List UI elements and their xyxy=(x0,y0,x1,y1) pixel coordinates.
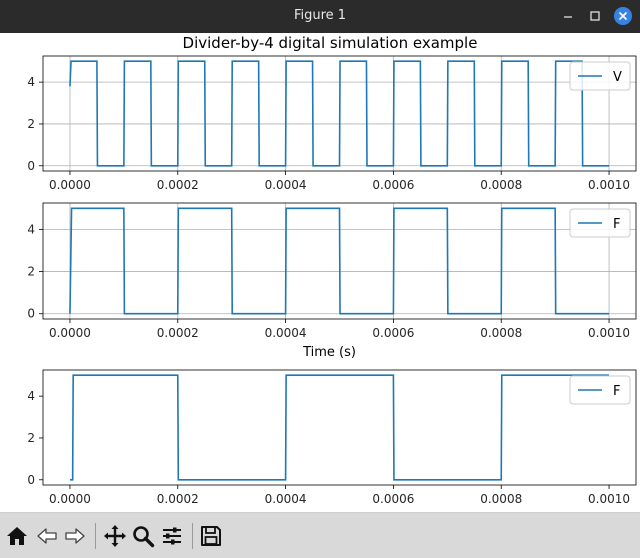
zoom-button[interactable] xyxy=(131,524,155,548)
x-tick-label: 0.0006 xyxy=(372,178,414,192)
x-tick-label: 0.0006 xyxy=(372,492,414,506)
figure-svg: Divider-by-4 digital simulation example … xyxy=(27,34,637,506)
x-tick-label: 0.0004 xyxy=(265,492,307,506)
close-button[interactable] xyxy=(612,5,634,27)
minimize-button[interactable] xyxy=(557,5,579,27)
home-button[interactable] xyxy=(5,524,29,548)
subplot-1: 0.0000 0.0002 0.0004 0.0006 0.0008 0.0010 0 2 4 V xyxy=(27,55,637,192)
legend: F xyxy=(569,208,631,238)
x-tick-label: 0.0002 xyxy=(157,326,199,340)
x-tick-label: 0.0002 xyxy=(157,178,199,192)
x-tick-label: 0.0008 xyxy=(480,178,522,192)
configure-subplots-icon xyxy=(163,527,181,545)
maximize-button[interactable] xyxy=(584,5,606,27)
y-tick-label: 0 xyxy=(27,307,35,321)
series-line-V xyxy=(69,60,610,167)
forward-arrow-icon xyxy=(65,528,85,544)
legend-label: F xyxy=(613,217,620,232)
figure-canvas[interactable]: Divider-by-4 digital simulation example … xyxy=(0,33,640,512)
x-tick-label: 0.0000 xyxy=(49,178,91,192)
pan-icon xyxy=(104,525,126,547)
x-axis-label: Time (s) xyxy=(302,345,356,360)
zoom-icon xyxy=(133,526,155,548)
forward-button[interactable] xyxy=(63,524,87,548)
legend-label: V xyxy=(613,70,622,85)
y-tick-label: 0 xyxy=(27,159,35,173)
minimize-icon xyxy=(564,16,572,18)
save-icon xyxy=(201,526,221,546)
x-tick-label: 0.0010 xyxy=(588,492,630,506)
x-tick-label: 0.0006 xyxy=(372,326,414,340)
back-arrow-icon xyxy=(37,528,57,544)
y-tick-label: 2 xyxy=(27,117,35,131)
save-button[interactable] xyxy=(199,524,223,548)
window-titlebar: Figure 1 xyxy=(0,0,640,33)
x-tick-label: 0.0004 xyxy=(265,178,307,192)
legend-label: F xyxy=(613,384,620,399)
toolbar-separator xyxy=(95,523,96,549)
home-icon xyxy=(7,527,27,545)
y-tick-label: 4 xyxy=(27,222,35,236)
x-tick-label: 0.0010 xyxy=(588,326,630,340)
legend: V xyxy=(569,61,631,91)
legend: F xyxy=(569,375,631,405)
x-tick-label: 0.0000 xyxy=(49,326,91,340)
x-tick-label: 0.0008 xyxy=(480,326,522,340)
close-icon xyxy=(614,7,632,25)
x-tick-label: 0.0002 xyxy=(157,492,199,506)
figure-title: Divider-by-4 digital simulation example xyxy=(183,34,478,52)
axes-background xyxy=(43,370,636,485)
maximize-icon xyxy=(590,11,600,21)
x-tick-label: 0.0010 xyxy=(588,178,630,192)
subplot-3: 0.0000 0.0002 0.0004 0.0006 0.0008 0.0010 0 2 4 F xyxy=(27,369,637,506)
x-tick-label: 0.0004 xyxy=(265,326,307,340)
y-tick-label: 4 xyxy=(27,75,35,89)
subplot-2: 0.0000 0.0002 0.0004 0.0006 0.0008 0.0010 0 2 4 T… xyxy=(27,202,637,360)
toolbar-separator xyxy=(192,523,193,549)
pan-button[interactable] xyxy=(103,524,127,548)
y-tick-label: 0 xyxy=(27,473,35,487)
x-tick-label: 0.0000 xyxy=(49,492,91,506)
navigation-toolbar xyxy=(0,512,640,558)
y-tick-label: 2 xyxy=(27,265,35,279)
back-button[interactable] xyxy=(35,524,59,548)
window-title: Figure 1 xyxy=(293,8,347,23)
configure-subplots-button[interactable] xyxy=(160,524,184,548)
x-tick-label: 0.0008 xyxy=(480,492,522,506)
y-tick-label: 4 xyxy=(27,389,35,403)
y-tick-label: 2 xyxy=(27,431,35,445)
